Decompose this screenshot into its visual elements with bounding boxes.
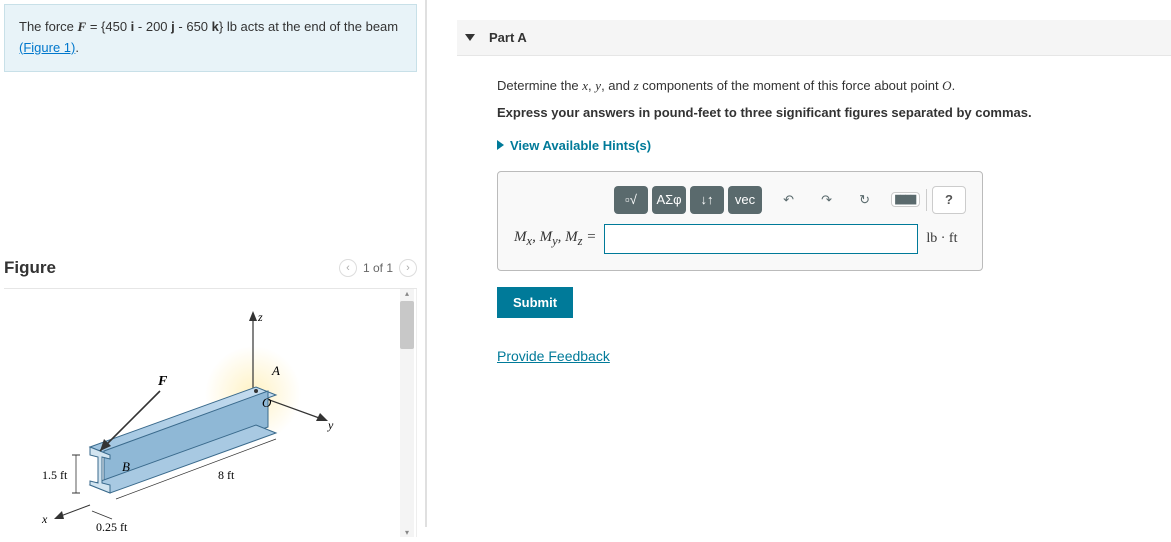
answer-label: Mx, My, Mz = [514, 229, 596, 249]
figure-header: Figure ‹ 1 of 1 › [4, 252, 417, 289]
pager-label: 1 of 1 [363, 261, 393, 275]
answer-input[interactable] [604, 224, 918, 254]
svg-text:O: O [262, 395, 272, 410]
pager-prev[interactable]: ‹ [339, 259, 357, 277]
beam-figure: z y O A B F 8 ft [28, 299, 388, 539]
part-title: Part A [489, 30, 527, 45]
svg-text:1.5 ft: 1.5 ft [42, 468, 68, 482]
svg-text:A: A [271, 363, 280, 378]
greek-button[interactable]: ΑΣφ [652, 186, 686, 214]
redo-button[interactable]: ↷ [810, 186, 844, 214]
subscript-button[interactable]: ↓↑ [690, 186, 724, 214]
collapse-icon [465, 34, 475, 41]
submit-button[interactable]: Submit [497, 287, 573, 318]
figure-body: z y O A B F 8 ft [4, 289, 417, 537]
template-button[interactable]: ▫√ [614, 186, 648, 214]
answer-box: ▫√ ΑΣφ ↓↑ vec ↶ ↷ ↻ ████ ? Mx, My, Mz = … [497, 171, 983, 271]
svg-text:8 ft: 8 ft [218, 468, 235, 482]
equation-toolbar: ▫√ ΑΣφ ↓↑ vec ↶ ↷ ↻ ████ ? [614, 186, 966, 214]
help-button[interactable]: ? [932, 186, 966, 214]
figure-scrollbar[interactable]: ▴ ▾ [400, 289, 414, 537]
svg-text:x: x [41, 512, 48, 526]
part-instruction: Express your answers in pound-feet to th… [497, 103, 1141, 124]
provide-feedback-link[interactable]: Provide Feedback [497, 348, 610, 364]
reset-button[interactable]: ↻ [848, 186, 882, 214]
view-hints[interactable]: View Available Hints(s) [497, 138, 1141, 153]
expand-icon [497, 140, 504, 150]
svg-text:y: y [327, 418, 334, 432]
svg-text:F: F [157, 374, 168, 389]
keyboard-button[interactable]: ████ [891, 192, 920, 207]
undo-button[interactable]: ↶ [772, 186, 806, 214]
part-a-header[interactable]: Part A [457, 20, 1171, 56]
hints-label: View Available Hints(s) [510, 138, 651, 153]
figure-pager: ‹ 1 of 1 › [339, 259, 417, 277]
part-prompt: Determine the x, y, and z components of … [497, 76, 1141, 97]
answer-unit: lb · ft [926, 231, 957, 247]
vec-button[interactable]: vec [728, 186, 762, 214]
figure-title: Figure [4, 258, 339, 278]
svg-text:B: B [122, 459, 130, 474]
svg-text:z: z [257, 310, 263, 324]
pager-next[interactable]: › [399, 259, 417, 277]
figure-link[interactable]: (Figure 1) [19, 40, 75, 55]
problem-statement: The force F = {450 i - 200 j - 650 k} lb… [4, 4, 417, 72]
